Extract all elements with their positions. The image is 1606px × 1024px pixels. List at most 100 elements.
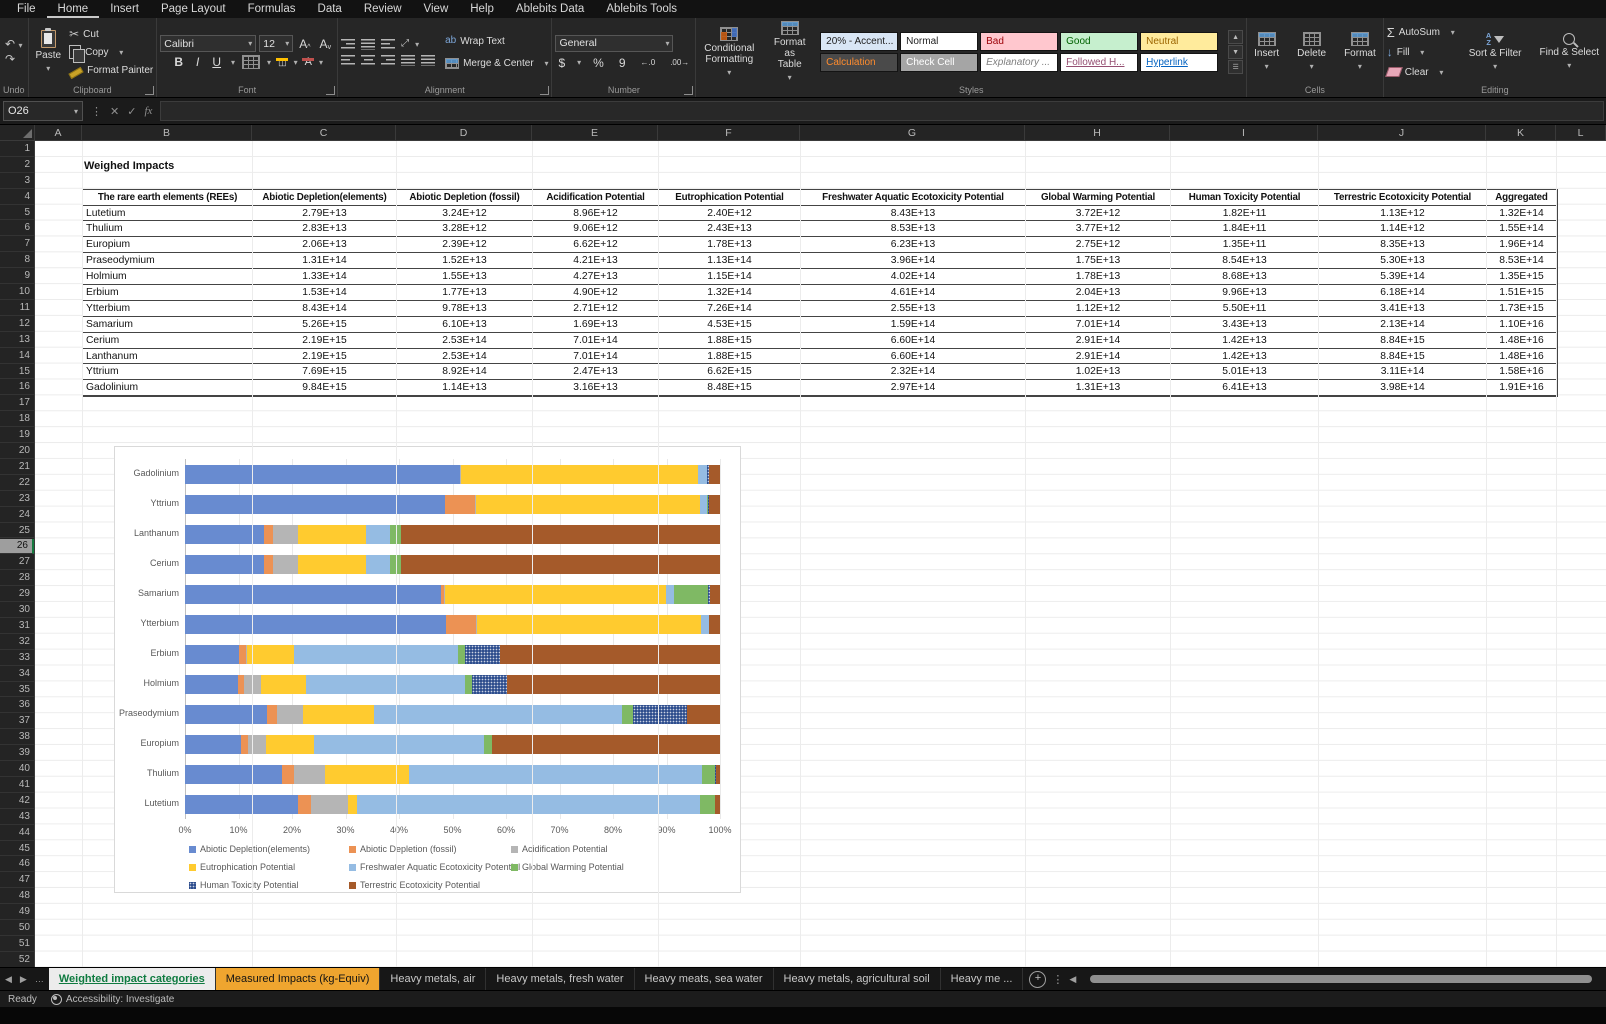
table-cell[interactable]: 6.23E+13 <box>801 237 1026 253</box>
table-header-cell[interactable]: Acidification Potential <box>533 190 659 206</box>
add-sheet-icon[interactable]: + <box>1029 971 1046 988</box>
table-cell[interactable]: 2.06E+13 <box>253 237 397 253</box>
decrease-indent-icon[interactable] <box>401 55 415 66</box>
table-cell[interactable]: 1.13E+12 <box>1319 206 1487 222</box>
table-header-cell[interactable]: Aggregated <box>1487 190 1557 206</box>
accessibility-status[interactable]: Accessibility: Investigate <box>51 994 174 1005</box>
table-cell[interactable]: 3.41E+13 <box>1319 301 1487 317</box>
sheet-tab-measured-impacts-kg-equiv-[interactable]: Measured Impacts (kg-Equiv) <box>216 968 381 990</box>
chart-segment[interactable] <box>458 645 465 664</box>
enter-icon[interactable]: ✓ <box>127 105 136 118</box>
table-cell[interactable]: 7.01E+14 <box>1026 317 1171 333</box>
row-header-28[interactable]: 28 <box>0 570 34 586</box>
alignment-dialog-launcher-icon[interactable] <box>540 86 549 95</box>
underline-icon[interactable]: U <box>209 55 224 69</box>
row-header-15[interactable]: 15 <box>0 364 34 380</box>
row-header-48[interactable]: 48 <box>0 888 34 904</box>
chart-segment[interactable] <box>366 525 390 544</box>
format-cells-button[interactable]: Format▾ <box>1340 31 1380 73</box>
row-header-4[interactable]: 4 <box>0 189 34 205</box>
chart-segment[interactable] <box>465 645 500 664</box>
chart-segment[interactable] <box>716 765 720 784</box>
find-select-button[interactable]: Find & Select▾ <box>1536 32 1603 72</box>
row-header-2[interactable]: 2 <box>0 157 34 173</box>
row-header-21[interactable]: 21 <box>0 459 34 475</box>
table-cell[interactable]: 7.01E+14 <box>533 349 659 365</box>
table-cell[interactable]: 6.60E+14 <box>801 349 1026 365</box>
row-header-23[interactable]: 23 <box>0 491 34 507</box>
chart-segment[interactable] <box>702 765 715 784</box>
legend-item[interactable]: Acidification Potential <box>511 844 608 854</box>
table-cell[interactable]: 9.78E+13 <box>397 301 533 317</box>
table-cell[interactable]: 1.48E+16 <box>1487 349 1557 365</box>
table-cell[interactable]: 1.69E+13 <box>533 317 659 333</box>
row-header-29[interactable]: 29 <box>0 586 34 602</box>
ribbon-tab-view[interactable]: View <box>413 1 460 18</box>
table-cell[interactable]: Erbium <box>83 285 253 301</box>
shrink-font-icon[interactable]: Av <box>317 37 335 51</box>
autosum-button[interactable]: ΣAutoSum ▾ <box>1387 24 1455 41</box>
row-header-46[interactable]: 46 <box>0 857 34 873</box>
chart-segment[interactable] <box>507 675 720 694</box>
chart-segment[interactable] <box>267 705 277 724</box>
table-cell[interactable]: Yttrium <box>83 364 253 380</box>
table-cell[interactable]: 1.13E+14 <box>659 253 801 269</box>
table-cell[interactable]: 2.91E+14 <box>1026 333 1171 349</box>
row-header-8[interactable]: 8 <box>0 252 34 268</box>
align-left-icon[interactable] <box>341 55 355 66</box>
row-header-20[interactable]: 20 <box>0 443 34 459</box>
chart-segment[interactable] <box>266 735 315 754</box>
column-header-B[interactable]: B <box>82 125 252 140</box>
row-header-17[interactable]: 17 <box>0 395 34 411</box>
table-cell[interactable]: 5.01E+13 <box>1171 364 1319 380</box>
table-cell[interactable]: 6.41E+13 <box>1171 380 1319 396</box>
sheet-tab-heavy-metals-fresh-water[interactable]: Heavy metals, fresh water <box>486 968 634 990</box>
table-cell[interactable]: 2.32E+14 <box>801 364 1026 380</box>
hscroll-left-icon[interactable]: ◀ <box>1069 974 1076 985</box>
number-dialog-launcher-icon[interactable] <box>684 86 693 95</box>
table-header-cell[interactable]: Freshwater Aquatic Ecotoxicity Potential <box>801 190 1026 206</box>
legend-item[interactable]: Eutrophication Potential <box>189 862 295 872</box>
tab-options-icon[interactable]: ⋮ <box>1052 973 1063 986</box>
row-header-5[interactable]: 5 <box>0 205 34 221</box>
chart-segment[interactable] <box>666 585 674 604</box>
chart-segment[interactable] <box>277 705 303 724</box>
align-right-icon[interactable] <box>381 55 395 66</box>
table-cell[interactable]: 9.06E+12 <box>533 221 659 237</box>
table-cell[interactable]: 8.68E+13 <box>1171 269 1319 285</box>
table-cell[interactable]: 2.97E+14 <box>801 380 1026 396</box>
table-cell[interactable]: 3.24E+12 <box>397 206 533 222</box>
table-cell[interactable]: 1.02E+13 <box>1026 364 1171 380</box>
row-header-50[interactable]: 50 <box>0 920 34 936</box>
row-header-12[interactable]: 12 <box>0 316 34 332</box>
table-cell[interactable]: 2.91E+14 <box>1026 349 1171 365</box>
sheet-tab-heavy-me-[interactable]: Heavy me ... <box>941 968 1024 990</box>
chart-segment[interactable] <box>445 585 666 604</box>
chart-bar-thulium[interactable] <box>185 765 720 784</box>
insert-function-icon[interactable]: fx <box>144 105 152 117</box>
table-cell[interactable]: 1.52E+13 <box>397 253 533 269</box>
chart-segment[interactable] <box>709 495 720 514</box>
row-header-25[interactable]: 25 <box>0 523 34 539</box>
increase-indent-icon[interactable] <box>421 55 435 66</box>
table-cell[interactable]: 1.33E+14 <box>253 269 397 285</box>
grow-font-icon[interactable]: A^ <box>296 37 313 51</box>
row-header-39[interactable]: 39 <box>0 745 34 761</box>
cell-style-neutral[interactable]: Neutral <box>1140 32 1218 51</box>
table-cell[interactable]: 1.53E+14 <box>253 285 397 301</box>
table-cell[interactable]: Praseodymium <box>83 253 253 269</box>
table-cell[interactable]: 4.53E+15 <box>659 317 801 333</box>
table-cell[interactable]: 8.54E+13 <box>1171 253 1319 269</box>
font-size-select[interactable]: 12▾ <box>259 35 293 52</box>
table-cell[interactable]: 1.73E+15 <box>1487 301 1557 317</box>
format-as-table-button[interactable]: Format as Table▾ <box>767 20 812 84</box>
clear-button[interactable]: Clear ▾ <box>1387 64 1444 81</box>
chart-segment[interactable] <box>264 525 273 544</box>
formula-input[interactable] <box>160 101 1604 121</box>
copy-button[interactable]: Copy ▾ <box>69 44 153 61</box>
percent-icon[interactable]: % <box>590 56 607 70</box>
column-header-G[interactable]: G <box>800 125 1025 140</box>
chart-segment[interactable] <box>248 735 266 754</box>
chart-bar-cerium[interactable] <box>185 555 720 574</box>
prev-sheet-icon[interactable]: ◀ <box>5 974 12 985</box>
